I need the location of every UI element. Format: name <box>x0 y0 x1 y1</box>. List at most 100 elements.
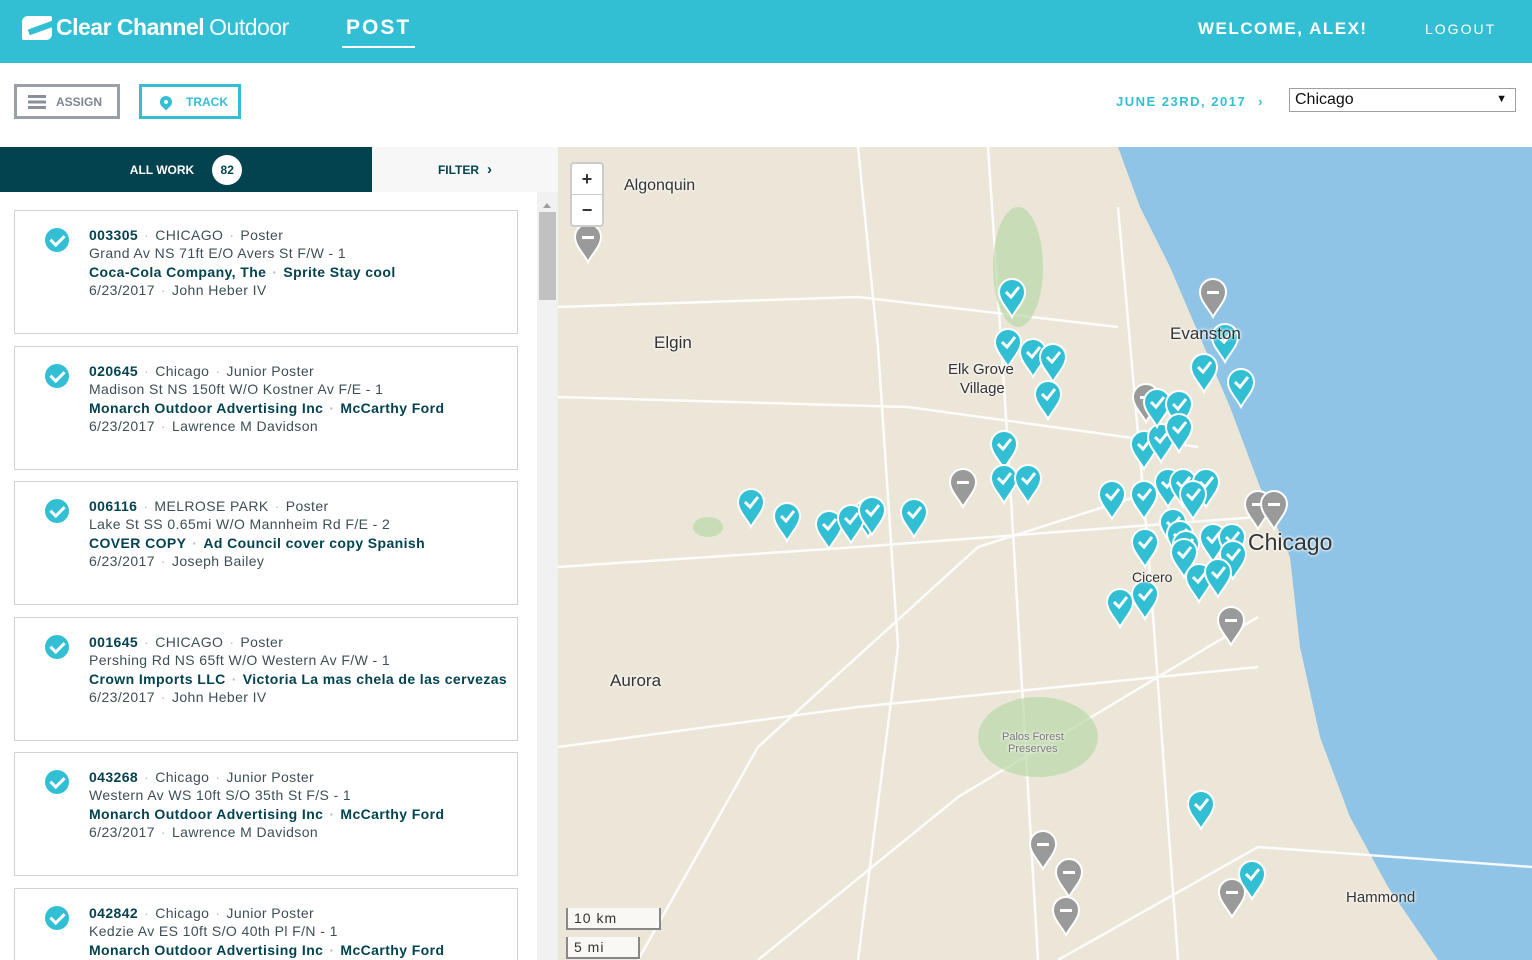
place-label: Chicago <box>1248 529 1332 556</box>
item-type: Junior Poster <box>226 769 314 785</box>
completed-marker[interactable] <box>991 431 1017 469</box>
pending-marker[interactable] <box>1219 879 1245 917</box>
work-item-card[interactable]: 003305·CHICAGO·Poster Grand Av NS 71ft E… <box>14 210 518 334</box>
item-advertiser: COVER COPY <box>89 535 186 551</box>
item-date: 6/23/2017 <box>89 282 155 298</box>
item-location: Madison St NS 150ft W/O Kostner Av F/E -… <box>89 381 509 399</box>
separator: · <box>161 282 166 298</box>
check-circle-icon <box>45 906 69 930</box>
pending-marker[interactable] <box>1056 859 1082 897</box>
separator: · <box>161 689 166 705</box>
item-id: 001645 <box>89 634 138 650</box>
pending-marker[interactable] <box>1053 897 1079 935</box>
list-tabs: ALL WORK82 FILTER› <box>0 147 558 192</box>
item-assignee: Lawrence M Davidson <box>172 824 318 840</box>
check-circle-icon <box>45 499 69 523</box>
dropdown-arrow-icon: ▼ <box>1496 93 1507 105</box>
item-location: Western Av WS 10ft S/O 35th St F/S - 1 <box>89 787 509 805</box>
separator: · <box>329 806 334 822</box>
completed-marker[interactable] <box>1205 559 1231 597</box>
completed-marker[interactable] <box>1040 344 1066 382</box>
work-item-card[interactable]: 043268·Chicago·Junior Poster Western Av … <box>14 752 518 876</box>
place-label: Algonquin <box>624 177 695 195</box>
top-bar: Clear ChannelOutdoor POST WELCOME, ALEX!… <box>0 0 1532 63</box>
scrollbar-thumb[interactable] <box>539 212 556 300</box>
date-label: JUNE 23RD, 2017 <box>1116 94 1246 109</box>
track-button[interactable]: TRACK <box>139 84 241 119</box>
item-date: 6/23/2017 <box>89 689 155 705</box>
logout-link[interactable]: LOGOUT <box>1425 21 1496 37</box>
tab-all-work[interactable]: ALL WORK82 <box>0 147 372 192</box>
item-advertiser: Monarch Outdoor Advertising Inc <box>89 806 323 822</box>
item-id: 003305 <box>89 227 138 243</box>
work-item-card[interactable]: 042842·Chicago·Junior Poster Kedzie Av E… <box>14 888 518 960</box>
city-select[interactable]: Chicago▼ <box>1289 88 1516 112</box>
zoom-in-button[interactable]: + <box>572 164 602 194</box>
separator: · <box>144 769 149 785</box>
welcome-text: WELCOME, ALEX! <box>1198 19 1368 39</box>
track-label: TRACK <box>186 95 228 109</box>
pending-marker[interactable] <box>1030 831 1056 869</box>
item-type: Poster <box>286 498 329 514</box>
separator: · <box>161 553 166 569</box>
work-item-details: 001645·CHICAGO·Poster Pershing Rd NS 65f… <box>89 634 509 709</box>
zoom-out-button[interactable]: − <box>572 194 602 224</box>
assign-label: ASSIGN <box>56 95 102 109</box>
item-id: 006116 <box>89 498 137 514</box>
nav-post[interactable]: POST <box>342 16 415 48</box>
item-campaign: Ad Council cover copy Spanish <box>203 535 425 551</box>
separator: · <box>229 227 234 243</box>
separator: · <box>232 671 237 687</box>
item-advertiser: Monarch Outdoor Advertising Inc <box>89 400 323 416</box>
completed-marker[interactable] <box>1107 589 1133 627</box>
completed-marker[interactable] <box>901 499 927 537</box>
tab-filter[interactable]: FILTER› <box>372 147 558 192</box>
item-date: 6/23/2017 <box>89 553 155 569</box>
brand-name: Clear Channel <box>56 14 204 41</box>
item-location: Kedzie Av ES 10ft S/O 40th Pl F/N - 1 <box>89 923 509 941</box>
separator: · <box>144 905 149 921</box>
separator: · <box>192 535 197 551</box>
scroll-up-icon[interactable] <box>543 199 551 208</box>
work-item-card[interactable]: 020645·Chicago·Junior Poster Madison St … <box>14 346 518 470</box>
item-assignee: Lawrence M Davidson <box>172 418 318 434</box>
completed-marker[interactable] <box>738 489 764 527</box>
item-date: 6/23/2017 <box>89 418 155 434</box>
list-scrollbar[interactable] <box>537 192 558 960</box>
work-item-details: 043268·Chicago·Junior Poster Western Av … <box>89 769 509 844</box>
menu-icon <box>28 95 46 109</box>
date-selector[interactable]: JUNE 23RD, 2017› <box>1116 94 1264 109</box>
check-circle-icon <box>45 635 69 659</box>
place-label: Palos Forest <box>1002 731 1064 743</box>
completed-marker[interactable] <box>1131 481 1157 519</box>
completed-marker[interactable] <box>1132 529 1158 567</box>
completed-marker[interactable] <box>1191 354 1217 392</box>
item-type: Poster <box>240 634 283 650</box>
separator: · <box>161 824 166 840</box>
completed-marker[interactable] <box>1188 791 1214 829</box>
separator: · <box>215 769 220 785</box>
completed-marker[interactable] <box>1035 381 1061 419</box>
work-item-card[interactable]: 006116·MELROSE PARK·Poster Lake St SS 0.… <box>14 481 518 605</box>
completed-marker[interactable] <box>991 465 1017 503</box>
completed-marker[interactable] <box>1099 481 1125 519</box>
pending-marker[interactable] <box>950 469 976 507</box>
assign-button[interactable]: ASSIGN <box>14 84 120 119</box>
item-advertiser: Monarch Outdoor Advertising Inc <box>89 942 323 958</box>
item-advertiser: Coca-Cola Company, The <box>89 264 266 280</box>
check-circle-icon <box>45 364 69 388</box>
map[interactable]: +− Algonquin Elgin Elk Grove Village Eva… <box>558 147 1532 960</box>
pending-marker[interactable] <box>575 224 601 262</box>
tab-filter-label: FILTER <box>438 163 479 177</box>
work-item-card[interactable]: 001645·CHICAGO·Poster Pershing Rd NS 65f… <box>14 617 518 741</box>
completed-marker[interactable] <box>1132 581 1158 619</box>
completed-marker[interactable] <box>774 503 800 541</box>
completed-marker[interactable] <box>1015 465 1041 503</box>
item-location: Grand Av NS 71ft E/O Avers St F/W - 1 <box>89 245 509 263</box>
item-market: CHICAGO <box>155 634 223 650</box>
place-label: Elgin <box>654 333 692 353</box>
count-badge: 82 <box>212 155 242 185</box>
clear-channel-logo[interactable]: Clear ChannelOutdoor <box>22 14 289 41</box>
separator: · <box>229 634 234 650</box>
brand-name-light: Outdoor <box>209 14 289 41</box>
